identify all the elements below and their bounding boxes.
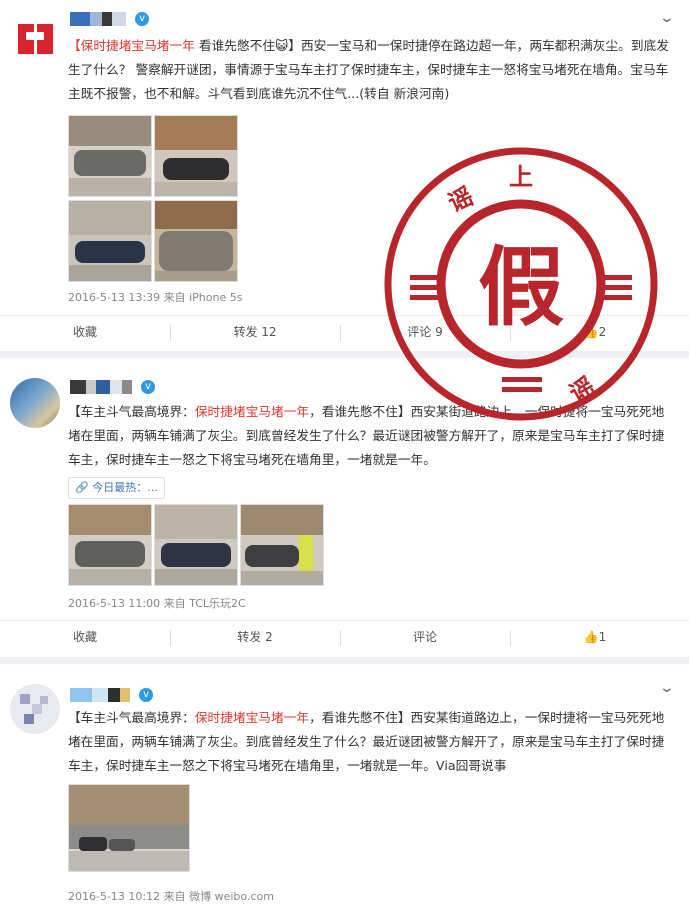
post-meta: 2016-5-13 11:00 来自 TCL乐玩2C [68, 597, 246, 610]
username[interactable]: v [70, 684, 154, 702]
topic-link[interactable]: 🔗 今日最热：... [68, 477, 165, 499]
avatar[interactable] [10, 14, 60, 64]
post-card-3: v ⌄ 【车主斗气最高境界：保时捷堵宝马堵一年，看谁先憋不住】西安某街道路边上，… [0, 664, 689, 915]
verified-icon: v [139, 687, 154, 702]
post-image[interactable] [68, 200, 152, 282]
comment-button[interactable]: 评论 9 [340, 316, 510, 349]
action-bar: 收藏 转发 2 评论 👍1 [0, 621, 689, 654]
post-meta: 2016-5-13 10:12 来自 微博 weibo.com [68, 890, 274, 903]
post-image[interactable] [240, 504, 324, 586]
post-text: 【保时捷堵宝马堵一年 看谁先憋不住😺】西安一宝马和一保时捷停在路边超一年，两车都… [68, 38, 669, 101]
post-topic-link[interactable]: 保时捷堵宝马堵一年 [195, 710, 309, 725]
chevron-down-icon[interactable]: ⌄ [659, 680, 675, 696]
post-meta: 2016-5-13 13:39 来自 iPhone 5s [68, 291, 243, 304]
post-image[interactable] [68, 784, 190, 872]
repost-button[interactable]: 转发 2 [170, 621, 340, 654]
verified-icon: v [135, 11, 150, 26]
like-button[interactable]: 👍1 [510, 621, 680, 654]
favorite-button[interactable]: 收藏 [0, 316, 170, 349]
favorite-button[interactable]: 收藏 [0, 621, 170, 654]
post-text: 【车主斗气最高境界：保时捷堵宝马堵一年，看谁先憋不住】西安某街道路边上，一保时捷… [68, 404, 665, 467]
post-text: 【车主斗气最高境界：保时捷堵宝马堵一年，看谁先憋不住】西安某街道路边上，一保时捷… [68, 710, 665, 773]
verified-icon: v [141, 379, 156, 394]
post-topic-link[interactable]: 【保时捷堵宝马堵一年 [68, 38, 195, 53]
post-image[interactable] [154, 504, 238, 586]
comment-button[interactable]: 评论 [340, 621, 510, 654]
link-icon: 🔗 [75, 481, 89, 494]
post-topic-link[interactable]: 保时捷堵宝马堵一年 [195, 404, 309, 419]
post-card-1: v ⌄ 【保时捷堵宝马堵一年 看谁先憋不住😺】西安一宝马和一保时捷停在路边超一年… [0, 0, 689, 351]
avatar[interactable] [10, 684, 60, 734]
post-card-2: v 【车主斗气最高境界：保时捷堵宝马堵一年，看谁先憋不住】西安某街道路边上，一保… [0, 358, 689, 657]
action-bar: 收藏 转发 12 评论 9 👍2 [0, 316, 689, 349]
post-image[interactable] [154, 200, 238, 282]
repost-button[interactable]: 转发 12 [170, 316, 340, 349]
post-image[interactable] [154, 115, 238, 197]
chevron-down-icon[interactable]: ⌄ [659, 10, 675, 26]
post-image[interactable] [68, 504, 152, 586]
username[interactable]: v [70, 376, 156, 394]
post-image[interactable] [68, 115, 152, 197]
like-button[interactable]: 👍2 [510, 316, 680, 349]
avatar[interactable] [10, 378, 60, 428]
username[interactable]: v [70, 8, 150, 26]
